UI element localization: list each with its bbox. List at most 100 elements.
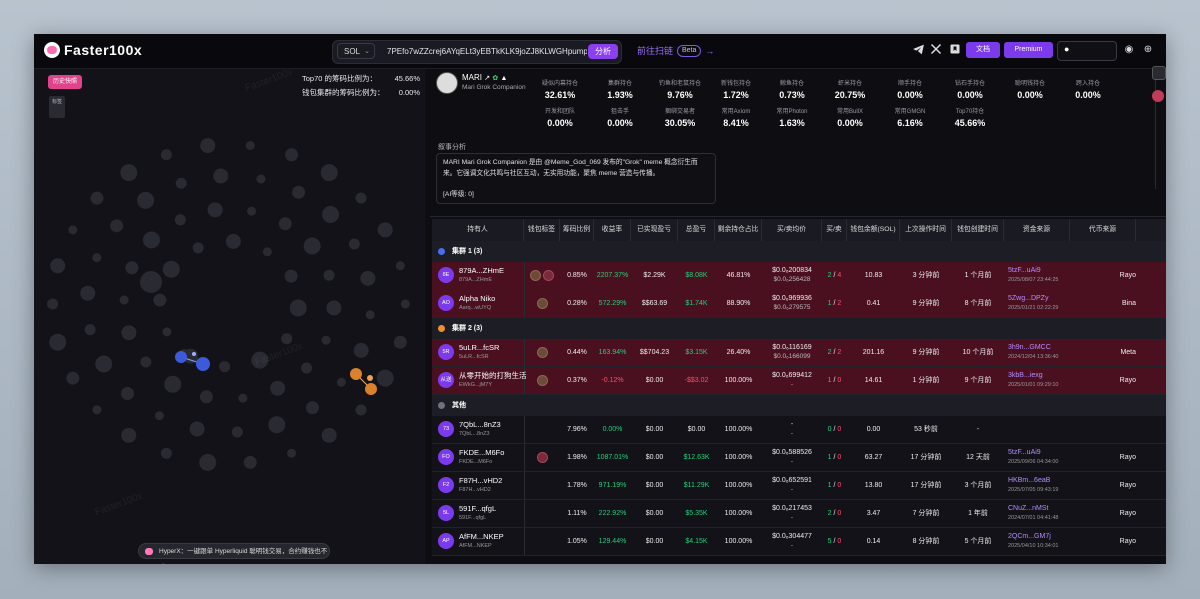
holder-bubble[interactable] xyxy=(251,351,269,369)
address-input[interactable] xyxy=(387,41,587,63)
pin-icon[interactable] xyxy=(1152,90,1164,102)
scan-link[interactable]: 前往扫链 Beta → xyxy=(637,44,714,57)
holder-name[interactable]: 879A...ZHmE xyxy=(459,266,504,276)
holder-bubble[interactable] xyxy=(320,164,338,182)
holder-bubble[interactable] xyxy=(162,260,180,278)
bubble-map[interactable] xyxy=(34,99,425,539)
holder-name[interactable]: 5uLR...fcSR xyxy=(459,343,499,353)
column-header[interactable]: 钱包余额(SOL) xyxy=(847,219,900,241)
holder-bubble[interactable] xyxy=(154,411,164,421)
wallet-tag-icon[interactable] xyxy=(536,346,548,358)
holder-cell[interactable]: 5R 5uLR...fcSR 5uLR...fcSR xyxy=(432,339,525,366)
fund-source[interactable]: 3h9n...GMCC 2024/12/04 13:36:40 xyxy=(1008,339,1070,366)
chain-select[interactable]: SOL ⌄ xyxy=(337,43,375,59)
holder-bubble[interactable] xyxy=(365,310,375,320)
holder-bubble[interactable] xyxy=(110,219,124,233)
table-row[interactable]: 从送 从零开始的打狗生活 EWkG...jM7Y 0.37% -0.12% $0.00 -$… xyxy=(432,367,1166,395)
holder-bubble[interactable] xyxy=(303,237,321,255)
holder-name[interactable]: 591F...qfgL xyxy=(459,504,496,514)
holder-address[interactable]: EWkG...jM7Y xyxy=(459,381,492,389)
holder-bubble[interactable] xyxy=(256,174,266,184)
fund-source[interactable]: 5tzF...uAi9 2025/08/07 23:44:25 xyxy=(1008,262,1070,289)
holder-bubble[interactable] xyxy=(84,324,96,336)
holder-name[interactable]: FKDE...M6Fo xyxy=(459,448,504,458)
holder-bubble[interactable] xyxy=(336,377,346,387)
holder-bubble[interactable] xyxy=(360,270,376,286)
premium-button[interactable]: Premium xyxy=(1004,42,1053,58)
cluster-1-bubble[interactable] xyxy=(175,351,187,363)
table-row[interactable]: AP AfFM...NKEP AfFM...NKEP 1.05% 129.44% $0.0… xyxy=(432,528,1166,556)
holder-bubble[interactable] xyxy=(377,222,393,238)
holder-cell[interactable]: AP AfFM...NKEP AfFM...NKEP xyxy=(432,528,525,555)
holder-bubble[interactable] xyxy=(322,206,340,224)
holder-bubble[interactable] xyxy=(199,453,217,471)
holder-bubble[interactable] xyxy=(80,285,96,301)
cluster-group-header[interactable]: 集群 1 (3) xyxy=(432,241,1166,262)
bookmark-icon[interactable] xyxy=(948,43,962,57)
holder-bubble[interactable] xyxy=(119,295,129,305)
table-row[interactable]: 5R 5uLR...fcSR 5uLR...fcSR 0.44% 163.94% $$70… xyxy=(432,339,1166,367)
holder-cell[interactable]: 从送 从零开始的打狗生活 EWkG...jM7Y xyxy=(432,367,527,394)
fund-source-address[interactable]: 5Zwg...DPZy xyxy=(1008,295,1048,302)
holder-bubble[interactable] xyxy=(140,271,162,293)
holder-bubble[interactable] xyxy=(95,355,113,373)
holder-cell[interactable]: 5L 591F...qfgL 591F...qfgL xyxy=(432,500,525,527)
column-header[interactable]: 买/卖均价 xyxy=(762,219,822,241)
holder-address[interactable]: F87H...vHD2 xyxy=(459,486,491,494)
column-header[interactable]: 资金来源 xyxy=(1004,219,1070,241)
holder-bubble[interactable] xyxy=(49,333,67,351)
fund-source[interactable]: 5tzF...uAi9 2025/09/06 04:34:00 xyxy=(1008,444,1070,471)
wallet-tag-icon[interactable] xyxy=(536,297,548,309)
column-header[interactable]: 钱包标签 xyxy=(524,219,560,241)
holder-bubble[interactable] xyxy=(125,261,139,275)
holder-bubble[interactable] xyxy=(142,231,160,249)
fund-source-address[interactable]: 3h9n...GMCC xyxy=(1008,344,1051,351)
cluster-1-bubble[interactable] xyxy=(196,357,210,371)
holder-bubble[interactable] xyxy=(355,192,367,204)
telegram-icon[interactable] xyxy=(911,43,925,57)
holder-bubble[interactable] xyxy=(175,177,187,189)
holder-bubble[interactable] xyxy=(321,427,337,443)
holder-address[interactable]: FKDE...M6Fo xyxy=(459,458,492,466)
external-link-icon[interactable]: ↗ xyxy=(484,75,490,82)
column-header[interactable]: 代币来源 xyxy=(1070,219,1136,241)
holder-address[interactable]: Aarq...wUYQ xyxy=(459,304,491,312)
holder-bubble[interactable] xyxy=(321,335,331,345)
holder-bubble[interactable] xyxy=(92,253,102,263)
holder-bubble[interactable] xyxy=(47,298,59,310)
column-header[interactable]: 已实现盈亏 xyxy=(631,219,678,241)
holder-bubble[interactable] xyxy=(326,300,342,316)
holder-address[interactable]: 591F...qfgL xyxy=(459,514,486,522)
fund-source[interactable]: 2QCm...GM7j 2025/04/10 10:34:01 xyxy=(1008,528,1070,555)
fund-source-address[interactable]: CNuZ...nMSt xyxy=(1008,505,1048,512)
holder-bubble[interactable] xyxy=(270,380,286,396)
holder-bubble[interactable] xyxy=(323,269,335,281)
holder-cell[interactable]: AO Alpha Niko Aarq...wUYQ xyxy=(432,290,525,317)
holder-bubble[interactable] xyxy=(164,375,182,393)
holder-bubble[interactable] xyxy=(121,427,137,443)
fund-source-address[interactable]: 3kbB...iexg xyxy=(1008,372,1043,379)
column-header[interactable]: 总盈亏 xyxy=(678,219,715,241)
fund-source[interactable]: 3kbB...iexg 2025/01/01 09:29:10 xyxy=(1008,367,1070,394)
table-row[interactable]: 8E 879A...ZHmE 879A...ZHmE 0.85% 2207.37% $2.… xyxy=(432,262,1166,290)
fund-source[interactable] xyxy=(1008,416,1070,443)
holder-address[interactable]: 7QbL...8nZ3 xyxy=(459,430,490,438)
holder-bubble[interactable] xyxy=(262,247,272,257)
cluster-group-header[interactable]: 集群 2 (3) xyxy=(432,318,1166,339)
holder-bubble[interactable] xyxy=(68,225,78,235)
holder-bubble[interactable] xyxy=(140,356,152,368)
holder-bubble[interactable] xyxy=(50,258,66,274)
holder-bubble[interactable] xyxy=(153,293,167,307)
holder-bubble[interactable] xyxy=(160,447,172,459)
holder-bubble[interactable] xyxy=(287,448,297,458)
table-row[interactable]: 73 7QbL...8nZ3 7QbL...8nZ3 7.96% 0.00% $0.00 $… xyxy=(432,416,1166,444)
holder-bubble[interactable] xyxy=(238,393,248,403)
column-header[interactable]: 持有人 xyxy=(432,219,524,241)
holder-bubble[interactable] xyxy=(120,164,138,182)
holder-bubble[interactable] xyxy=(400,299,410,309)
holder-cell[interactable]: F2 F87H...vHD2 F87H...vHD2 xyxy=(432,472,525,499)
holder-address[interactable]: AfFM...NKEP xyxy=(459,542,492,550)
holder-bubble[interactable] xyxy=(353,342,369,358)
column-header[interactable]: 剩余持仓占比 xyxy=(715,219,762,241)
holder-bubble[interactable] xyxy=(285,148,299,162)
